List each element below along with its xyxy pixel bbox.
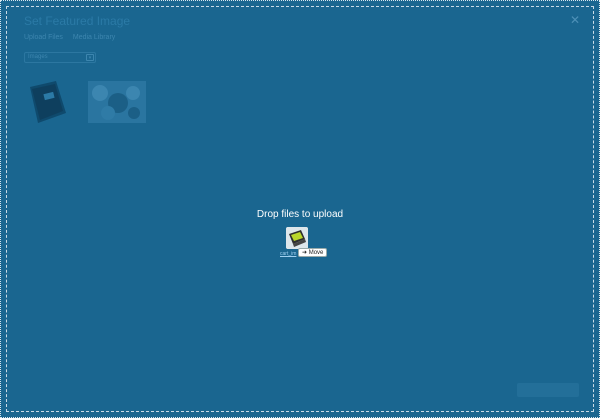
dropzone-label: Drop files to upload bbox=[256, 209, 344, 220]
tab-upload-files[interactable]: Upload Files bbox=[24, 34, 63, 41]
dragged-file-icon bbox=[286, 227, 308, 249]
tab-media-library[interactable]: Media Library bbox=[73, 34, 115, 41]
dragged-file-name: cart_im bbox=[280, 251, 297, 257]
arrow-right-icon: ➜ bbox=[302, 250, 308, 256]
modal-title: Set Featured Image bbox=[24, 14, 131, 28]
move-tooltip-label: Move bbox=[308, 250, 324, 256]
filter-selected-value: Images bbox=[28, 54, 48, 60]
chevron-down-icon: ▾ bbox=[86, 54, 94, 61]
upload-dropzone-overlay[interactable]: Set Featured Image ✕ Upload Files Media … bbox=[0, 0, 600, 418]
close-icon[interactable]: ✕ bbox=[570, 13, 580, 27]
move-tooltip: ➜ Move bbox=[298, 248, 328, 257]
set-featured-image-button[interactable] bbox=[517, 383, 579, 397]
media-type-filter[interactable]: Images ▾ bbox=[24, 52, 96, 63]
media-thumbnail-book[interactable] bbox=[26, 81, 84, 123]
dropzone-message-area: Drop files to upload bbox=[1, 209, 599, 220]
modal-tabs: Upload Files Media Library bbox=[24, 34, 123, 41]
media-thumbnail-device[interactable] bbox=[88, 81, 146, 123]
